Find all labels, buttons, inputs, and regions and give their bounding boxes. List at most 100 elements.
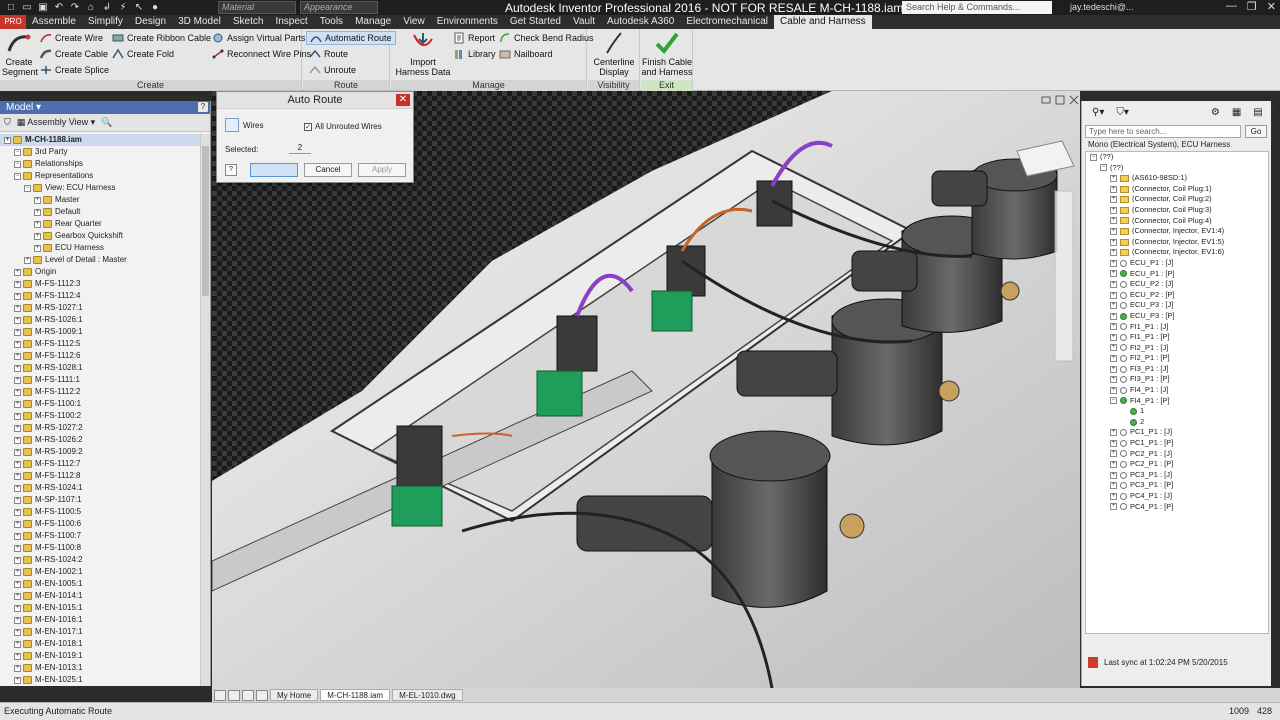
expand-toggle-icon[interactable]: + (14, 268, 21, 276)
browser-tree-item[interactable]: + M-RS-1024:2 (0, 554, 200, 566)
browser-tree-item[interactable]: + Level of Detail : Master (0, 254, 200, 266)
expand-toggle-icon[interactable]: + (34, 232, 41, 240)
tab-3d-model[interactable]: 3D Model (172, 15, 227, 29)
browser-header[interactable]: Model ▾ ? (0, 101, 210, 114)
expand-toggle-icon[interactable]: − (14, 160, 21, 168)
wires-selector[interactable]: Wires (225, 118, 263, 132)
expand-toggle-icon[interactable]: + (14, 292, 21, 300)
expand-toggle-icon[interactable]: + (34, 220, 41, 228)
electrical-tree-item[interactable]: + PC1_P1 : [J] (1086, 427, 1268, 438)
expand-toggle-icon[interactable]: + (14, 388, 21, 396)
go-button[interactable]: Go (1245, 125, 1267, 138)
browser-tree-item[interactable]: + M-RS-1027:1 (0, 302, 200, 314)
create-segment-button[interactable]: Create Segment (2, 31, 38, 77)
create-cable-button[interactable]: Create Cable (40, 47, 108, 61)
expand-toggle-icon[interactable]: + (1110, 450, 1117, 458)
expand-toggle-icon[interactable]: + (14, 616, 21, 624)
assign-virtual-parts-button[interactable]: Assign Virtual Parts (212, 31, 305, 45)
filter-icon[interactable]: ⛉ (4, 117, 11, 128)
expand-toggle-icon[interactable]: + (14, 664, 21, 672)
expand-toggle-icon[interactable]: + (14, 328, 21, 336)
expand-toggle-icon[interactable]: + (1110, 503, 1117, 511)
browser-tree-item[interactable]: − 3rd Party (0, 146, 200, 158)
open-icon[interactable]: ▭ (20, 1, 34, 14)
electrical-tree-item[interactable]: + (Connector, Coil Plug:4) (1086, 216, 1268, 227)
electrical-tree-item[interactable]: − (??) (1086, 152, 1268, 163)
expand-toggle-icon[interactable]: + (14, 628, 21, 636)
electrical-tree-item[interactable]: + (Connector, Injector, EV1:6) (1086, 247, 1268, 258)
expand-toggle-icon[interactable]: − (14, 172, 21, 180)
expand-toggle-icon[interactable]: + (14, 304, 21, 312)
electrical-tree-item[interactable]: + FI2_P1 : [J] (1086, 343, 1268, 354)
centerline-display-button[interactable]: Centerline Display (590, 31, 638, 77)
expand-toggle-icon[interactable]: − (1110, 397, 1117, 405)
expand-toggle-icon[interactable]: + (1110, 355, 1117, 363)
electrical-tree-item[interactable]: + FI3_P1 : [J] (1086, 364, 1268, 375)
browser-tree-item[interactable]: + Master (0, 194, 200, 206)
dialog-title-bar[interactable]: Auto Route ✕ (217, 92, 413, 109)
electrical-tree-item[interactable]: + (Connector, Coil Plug:2) (1086, 194, 1268, 205)
browser-tree-item[interactable]: + M-EN-1025:1 (0, 674, 200, 686)
expand-toggle-icon[interactable]: + (1110, 323, 1117, 331)
expand-toggle-icon[interactable]: + (1110, 302, 1117, 310)
expand-toggle-icon[interactable]: + (14, 352, 21, 360)
close-icon[interactable]: ✕ (1267, 0, 1276, 13)
expand-toggle-icon[interactable]: + (1110, 439, 1117, 447)
browser-tree-item[interactable]: + M-CH-1188.iam (0, 134, 200, 146)
pdf-icon[interactable] (1088, 657, 1098, 668)
electrical-tree-item[interactable]: + (Connector, Injector, EV1:4) (1086, 226, 1268, 237)
assembly-view-dropdown[interactable]: ▦ Assembly View ▾ (17, 117, 95, 128)
undo-icon[interactable]: ↶ (52, 1, 66, 14)
finish-cable-harness-button[interactable]: Finish Cable and Harness (641, 31, 693, 77)
electrical-tree-item[interactable]: + PC2_P1 : [P] (1086, 459, 1268, 470)
electrical-tree-item[interactable]: + ECU_P3 : [J] (1086, 300, 1268, 311)
settings-gear-icon[interactable]: ⚙ (1211, 107, 1220, 118)
appearance-combo[interactable]: Appearance (300, 1, 378, 14)
expand-toggle-icon[interactable]: + (1110, 312, 1117, 320)
expand-toggle-icon[interactable]: + (1110, 259, 1117, 267)
browser-tree-item[interactable]: + M-FS-1100:1 (0, 398, 200, 410)
expand-toggle-icon[interactable]: + (14, 592, 21, 600)
expand-toggle-icon[interactable]: + (14, 532, 21, 540)
tab-vault[interactable]: Vault (567, 15, 601, 29)
browser-tree-item[interactable]: + M-FS-1100:5 (0, 506, 200, 518)
browser-tree-item[interactable]: + M-RS-1026:2 (0, 434, 200, 446)
return-icon[interactable]: ↲ (100, 1, 114, 14)
expand-toggle-icon[interactable]: + (14, 508, 21, 516)
minimize-icon[interactable]: — (1226, 0, 1237, 13)
expand-toggle-icon[interactable]: + (1110, 206, 1117, 214)
expand-toggle-icon[interactable]: + (14, 448, 21, 456)
expand-toggle-icon[interactable]: + (1110, 386, 1117, 394)
tab-my-home[interactable]: My Home (270, 689, 319, 701)
expand-toggle-icon[interactable]: + (14, 604, 21, 612)
home-icon[interactable]: ⌂ (84, 1, 98, 14)
update-icon[interactable]: ⚡ (116, 1, 130, 14)
electrical-tree-item[interactable]: + ECU_P3 : [P] (1086, 311, 1268, 322)
reconnect-wire-pins-button[interactable]: Reconnect Wire Pins (212, 47, 311, 61)
browser-tree-item[interactable]: + M-EN-1013:1 (0, 662, 200, 674)
browser-tree-item[interactable]: + Origin (0, 266, 200, 278)
tab-view[interactable]: View (397, 15, 431, 29)
expand-toggle-icon[interactable]: + (1110, 249, 1117, 257)
browser-tree-item[interactable]: + M-RS-1009:1 (0, 326, 200, 338)
import-harness-data-button[interactable]: Import Harness Data (395, 31, 451, 77)
expand-toggle-icon[interactable]: + (1110, 492, 1117, 500)
expand-toggle-icon[interactable]: + (14, 544, 21, 552)
checkbox-checked-icon[interactable]: ✓ (304, 122, 312, 131)
browser-tree-item[interactable]: + M-FS-1112:2 (0, 386, 200, 398)
report-icon[interactable]: ▤ (1253, 107, 1262, 118)
help-search-input[interactable]: Search Help & Commands... (902, 1, 1052, 14)
electrical-tree-item[interactable]: 1 (1086, 406, 1268, 417)
expand-toggle-icon[interactable]: + (24, 256, 31, 264)
expand-toggle-icon[interactable]: + (14, 376, 21, 384)
electrical-tree-item[interactable]: + FI2_P1 : [P] (1086, 353, 1268, 364)
electrical-tree-item[interactable]: + ECU_P2 : [P] (1086, 290, 1268, 301)
expand-toggle-icon[interactable]: + (14, 580, 21, 588)
expand-toggle-icon[interactable]: + (14, 340, 21, 348)
help-icon[interactable]: ? (198, 102, 208, 112)
browser-tree-item[interactable]: + ECU Harness (0, 242, 200, 254)
electrical-tree-item[interactable]: + (Connector, Coil Plug:1) (1086, 184, 1268, 195)
browser-tree-item[interactable]: + M-RS-1024:1 (0, 482, 200, 494)
expand-toggle-icon[interactable]: + (14, 316, 21, 324)
route-button[interactable]: Route (309, 47, 348, 61)
